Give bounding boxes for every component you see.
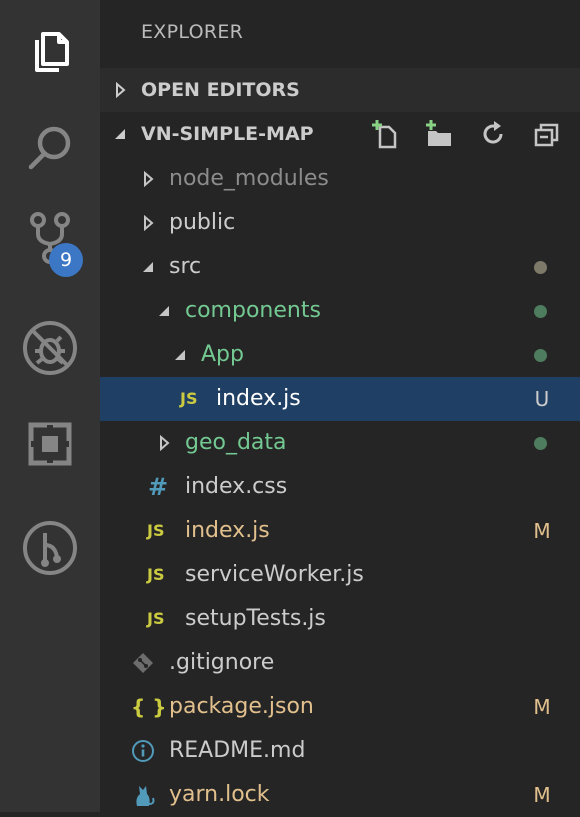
activity-bar: 9 xyxy=(0,0,100,812)
tree-item-label: geo_data xyxy=(185,430,287,455)
tree-item-label: index.js xyxy=(216,386,301,411)
git-status-badge: M xyxy=(533,695,551,719)
json-file-icon: { } xyxy=(131,695,167,719)
git-status-badge: M xyxy=(533,783,551,807)
git-status-badge: M xyxy=(533,519,551,543)
open-editors-header[interactable]: OPEN EDITORS xyxy=(100,68,580,112)
tree-folder[interactable]: components xyxy=(100,289,580,333)
explorer-sidebar: EXPLORER OPEN EDITORS VN-SIMPLE-MAP node… xyxy=(100,0,580,812)
chevron-down-icon xyxy=(115,129,125,139)
tree-item-label: index.js xyxy=(185,518,270,543)
yarn-cat-icon xyxy=(131,773,155,817)
tree-item-label: README.md xyxy=(169,738,306,763)
tree-file[interactable]: .gitignore xyxy=(100,641,580,685)
tree-folder[interactable]: node_modules xyxy=(100,157,580,201)
chevron-right-icon[interactable] xyxy=(141,171,155,187)
js-file-icon: JS xyxy=(147,521,165,540)
chevron-down-icon[interactable] xyxy=(141,259,155,275)
tree-item-label: setupTests.js xyxy=(185,606,326,631)
section-actions xyxy=(368,112,564,156)
tree-item-label: public xyxy=(169,210,236,235)
tree-file[interactable]: README.md xyxy=(100,729,580,773)
project-label: VN-SIMPLE-MAP xyxy=(141,123,314,145)
tree-file[interactable]: { } package.json M xyxy=(100,685,580,729)
project-header[interactable]: VN-SIMPLE-MAP xyxy=(100,112,580,156)
collapse-all-icon[interactable] xyxy=(530,117,564,151)
css-file-icon: # xyxy=(148,473,169,501)
extensions-icon[interactable] xyxy=(0,400,100,488)
tree-file[interactable]: JS setupTests.js xyxy=(100,597,580,641)
tree-item-label: .gitignore xyxy=(169,650,275,675)
tree-item-label: package.json xyxy=(169,694,314,719)
tree-folder[interactable]: public xyxy=(100,201,580,245)
new-file-icon[interactable] xyxy=(368,117,402,151)
js-file-icon: JS xyxy=(147,565,165,584)
js-file-icon: JS xyxy=(147,609,165,628)
tree-folder[interactable]: geo_data xyxy=(100,421,580,465)
explorer-title: EXPLORER xyxy=(141,21,244,43)
tree-file[interactable]: yarn.lock M xyxy=(100,773,580,817)
tree-item-label: components xyxy=(185,298,321,323)
tree-folder[interactable]: src xyxy=(100,245,580,289)
info-icon xyxy=(131,729,155,773)
change-indicator-dot xyxy=(534,261,547,274)
explorer-icon[interactable] xyxy=(0,6,100,94)
tree-item-label: yarn.lock xyxy=(169,782,270,807)
tree-item-label: node_modules xyxy=(169,166,329,191)
chevron-right-icon[interactable] xyxy=(157,435,171,451)
remote-git-graph-icon[interactable] xyxy=(0,504,100,592)
chevron-right-icon xyxy=(116,82,126,98)
git-status-badge: U xyxy=(534,387,550,411)
tree-item-label: src xyxy=(169,254,202,279)
tree-file[interactable]: # index.css xyxy=(100,465,580,509)
tree-file[interactable]: JS index.js M xyxy=(100,509,580,553)
chevron-right-icon[interactable] xyxy=(141,215,155,231)
scm-count-badge: 9 xyxy=(49,243,83,277)
new-folder-icon[interactable] xyxy=(422,117,456,151)
git-file-icon xyxy=(131,641,155,685)
search-icon[interactable] xyxy=(0,104,100,192)
tree-item-label: index.css xyxy=(185,474,288,499)
source-control-icon[interactable]: 9 xyxy=(0,194,100,282)
tree-file[interactable]: JS index.js U xyxy=(100,377,580,421)
js-file-icon: JS xyxy=(180,389,198,408)
tree-file[interactable]: JS serviceWorker.js xyxy=(100,553,580,597)
chevron-down-icon[interactable] xyxy=(173,347,187,363)
tree-folder[interactable]: App xyxy=(100,333,580,377)
debug-icon[interactable] xyxy=(0,304,100,392)
open-editors-label: OPEN EDITORS xyxy=(141,79,300,101)
refresh-icon[interactable] xyxy=(476,117,510,151)
tree-item-label: serviceWorker.js xyxy=(185,562,364,587)
change-indicator-dot xyxy=(534,349,547,362)
tree-item-label: App xyxy=(201,342,244,367)
change-indicator-dot xyxy=(534,305,547,318)
chevron-down-icon[interactable] xyxy=(157,303,171,319)
change-indicator-dot xyxy=(534,437,547,450)
